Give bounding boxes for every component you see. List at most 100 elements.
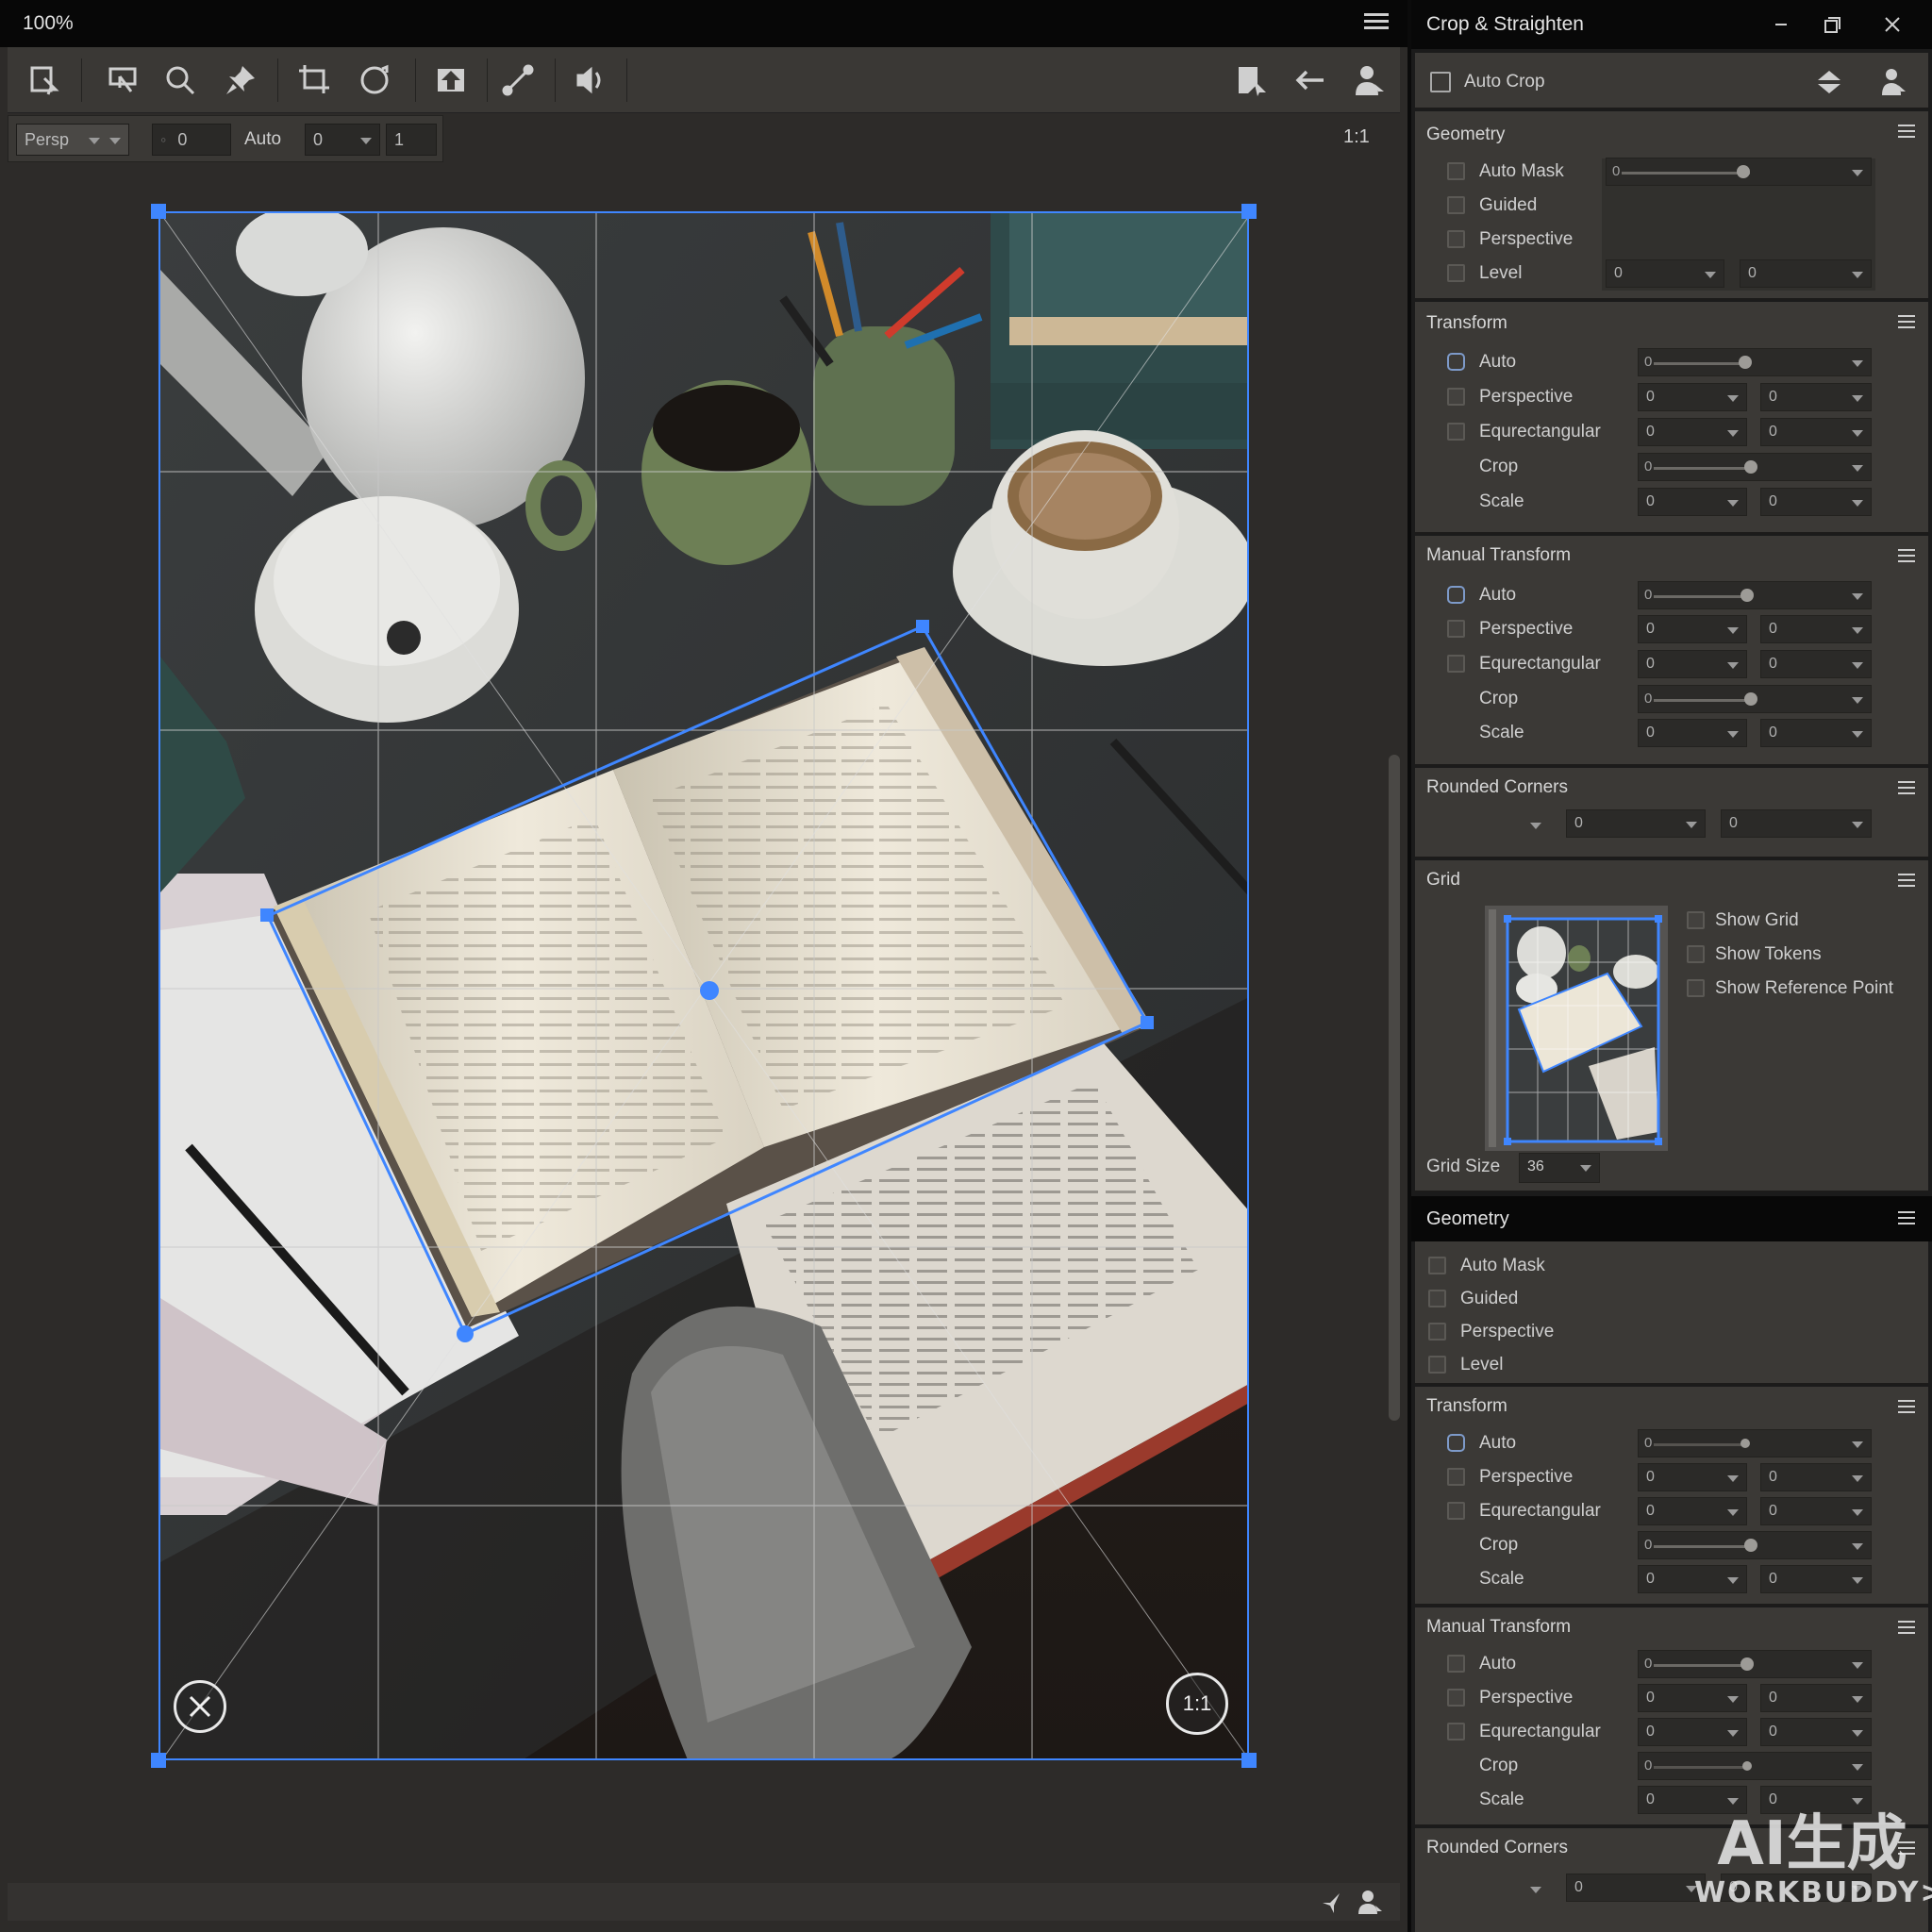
manual-persp-a[interactable]: 0 [1638, 615, 1747, 643]
manual-auto-slider[interactable]: 0 [1638, 581, 1872, 609]
manual2-auto-checkbox[interactable] [1447, 1655, 1465, 1673]
transform-perspective-checkbox[interactable] [1447, 388, 1465, 406]
transform2-auto-slider[interactable]: 0 [1638, 1429, 1872, 1457]
minimize-icon[interactable] [1768, 11, 1794, 38]
transform-crop-slider[interactable]: 0 [1638, 453, 1872, 481]
level-a-select[interactable]: 0 [1606, 259, 1724, 288]
manual-perspective-checkbox[interactable] [1447, 620, 1465, 638]
geometry2-menu-icon[interactable] [1898, 1211, 1915, 1228]
select-tool-icon[interactable] [21, 57, 68, 104]
geometry-menu-icon[interactable] [1898, 125, 1915, 142]
transform-equirect-checkbox[interactable] [1447, 423, 1465, 441]
transform2-auto-radio[interactable] [1447, 1434, 1465, 1452]
import-tool-icon[interactable] [428, 57, 475, 104]
perspective-checkbox[interactable] [1447, 230, 1465, 248]
vertical-scrollbar[interactable] [1389, 755, 1400, 1421]
transform-tool-icon[interactable] [100, 57, 147, 104]
manual2-persp-b[interactable]: 0 [1760, 1684, 1872, 1712]
transform-equi-b[interactable]: 0 [1760, 418, 1872, 446]
auto-crop-checkbox[interactable] [1430, 72, 1451, 92]
manual2-crop-slider[interactable]: 0 [1638, 1752, 1872, 1780]
rounded-corners-a[interactable]: 0 [1566, 809, 1706, 838]
close-icon[interactable] [1879, 11, 1906, 38]
transform2-menu-icon[interactable] [1898, 1400, 1915, 1417]
geometry2-level-checkbox[interactable] [1428, 1356, 1446, 1374]
auto-mask-slider[interactable]: 0 [1606, 158, 1872, 186]
manual-equirect-checkbox[interactable] [1447, 655, 1465, 673]
mode-select[interactable]: Persp [16, 124, 129, 156]
manual-equi-a[interactable]: 0 [1638, 650, 1747, 678]
transform-auto-radio[interactable] [1447, 353, 1465, 371]
user-icon[interactable] [1345, 57, 1392, 104]
cancel-crop-button[interactable] [174, 1680, 226, 1733]
transform2-scale-b[interactable]: 0 [1760, 1565, 1872, 1593]
grid-size-select[interactable]: 36 [1519, 1153, 1600, 1183]
show-tokens-checkbox[interactable] [1687, 945, 1705, 963]
transform-persp-a[interactable]: 0 [1638, 383, 1747, 411]
manual-scale-b[interactable]: 0 [1760, 719, 1872, 747]
flip-icon[interactable] [1815, 68, 1843, 96]
value-a-field[interactable]: ◦ 0 [152, 124, 231, 156]
manual-equi-b[interactable]: 0 [1760, 650, 1872, 678]
value-b-select[interactable]: 0 [305, 124, 380, 156]
restore-icon[interactable] [1819, 11, 1845, 38]
manual-scale-a[interactable]: 0 [1638, 719, 1747, 747]
transform2-scale-a[interactable]: 0 [1638, 1565, 1747, 1593]
transform2-crop-slider[interactable]: 0 [1638, 1531, 1872, 1559]
guided-checkbox[interactable] [1447, 196, 1465, 214]
rotate-tool-icon[interactable] [351, 57, 398, 104]
manual-transform2-menu-icon[interactable] [1898, 1621, 1915, 1638]
crop-handle-top-right[interactable] [1241, 204, 1257, 219]
manual-transform-menu-icon[interactable] [1898, 549, 1915, 566]
crop-tool-icon[interactable] [291, 57, 338, 104]
transform-equi-a[interactable]: 0 [1638, 418, 1747, 446]
photo-canvas[interactable] [158, 211, 1249, 1760]
transform2-equi-a[interactable]: 0 [1638, 1497, 1747, 1525]
rounded-corners-b[interactable]: 0 [1721, 809, 1872, 838]
transform-menu-icon[interactable] [1898, 315, 1915, 332]
pin-icon[interactable] [1319, 1890, 1343, 1915]
zoom-level[interactable]: 100% [23, 12, 74, 35]
manual-auto-radio[interactable] [1447, 586, 1465, 604]
rounded-corners-menu-icon[interactable] [1898, 781, 1915, 798]
rounded-corners-expand-icon[interactable] [1530, 823, 1541, 829]
transform-persp-b[interactable]: 0 [1760, 383, 1872, 411]
manual-crop-slider[interactable]: 0 [1638, 685, 1872, 713]
show-reference-point-checkbox[interactable] [1687, 979, 1705, 997]
manual2-equirect-checkbox[interactable] [1447, 1723, 1465, 1740]
aspect-ratio-button[interactable]: 1:1 [1166, 1673, 1228, 1735]
transform2-equi-b[interactable]: 0 [1760, 1497, 1872, 1525]
transform2-persp-b[interactable]: 0 [1760, 1463, 1872, 1491]
transform-scale-a[interactable]: 0 [1638, 488, 1747, 516]
manual2-equi-b[interactable]: 0 [1760, 1718, 1872, 1746]
line-tool-icon[interactable] [494, 57, 541, 104]
rounded-corners2-expand-icon[interactable] [1530, 1887, 1541, 1893]
manual2-persp-a[interactable]: 0 [1638, 1684, 1747, 1712]
transform-auto-slider[interactable]: 0 [1638, 348, 1872, 376]
editor-menu-icon[interactable] [1364, 13, 1389, 34]
show-grid-checkbox[interactable] [1687, 911, 1705, 929]
level-b-select[interactable]: 0 [1740, 259, 1872, 288]
user-settings-icon[interactable] [1357, 1889, 1383, 1915]
value-c-field[interactable]: 1 [386, 124, 437, 156]
manual-persp-b[interactable]: 0 [1760, 615, 1872, 643]
manual2-equi-a[interactable]: 0 [1638, 1718, 1747, 1746]
transform-scale-b[interactable]: 0 [1760, 488, 1872, 516]
geometry2-auto-mask-checkbox[interactable] [1428, 1257, 1446, 1274]
zoom-tool-icon[interactable] [157, 57, 204, 104]
back-arrow-icon[interactable] [1287, 57, 1334, 104]
export-icon[interactable] [1228, 57, 1275, 104]
grid-menu-icon[interactable] [1898, 874, 1915, 891]
level-checkbox[interactable] [1447, 264, 1465, 282]
manual2-perspective-checkbox[interactable] [1447, 1689, 1465, 1707]
transform2-perspective-checkbox[interactable] [1447, 1468, 1465, 1486]
geometry2-guided-checkbox[interactable] [1428, 1290, 1446, 1307]
pin-tool-icon[interactable] [217, 57, 264, 104]
manual2-auto-slider[interactable]: 0 [1638, 1650, 1872, 1678]
user-icon[interactable] [1879, 66, 1907, 96]
geometry2-perspective-checkbox[interactable] [1428, 1323, 1446, 1341]
crop-handle-top-left[interactable] [151, 204, 166, 219]
audio-tool-icon[interactable] [568, 57, 615, 104]
crop-handle-bottom-left[interactable] [151, 1753, 166, 1768]
transform2-equirect-checkbox[interactable] [1447, 1502, 1465, 1520]
